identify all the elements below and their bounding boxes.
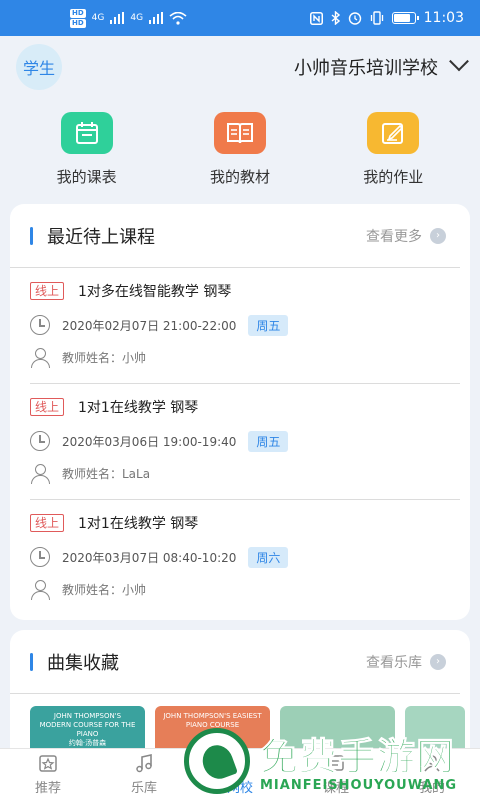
course-icon bbox=[325, 753, 347, 773]
quick-label: 我的作业 bbox=[363, 168, 424, 186]
weekday-badge: 周五 bbox=[248, 430, 289, 452]
nav-label: 网校 bbox=[226, 781, 253, 796]
online-tag: 线上 bbox=[30, 282, 65, 300]
title-accent bbox=[30, 226, 33, 245]
bottom-nav: 推荐 乐库 网校 课程 我的 bbox=[0, 748, 480, 800]
album-title: JOHN THOMPSON'S EASIEST PIANO COURSE bbox=[163, 712, 262, 729]
school-selector[interactable]: 小帅音乐培训学校 bbox=[294, 51, 469, 80]
signal-icon bbox=[110, 12, 125, 24]
weekday-badge: 周五 bbox=[248, 314, 289, 336]
weekday-badge: 周六 bbox=[248, 546, 289, 568]
quick-homework[interactable]: 我的作业 bbox=[333, 112, 453, 196]
clock: 11:03 bbox=[423, 10, 464, 26]
chevron-right-icon: › bbox=[430, 653, 446, 670]
app-root: HD HD 4G 4G 11:03 学生 小帅音乐培训学校 我的课表 我的教材 … bbox=[0, 0, 480, 800]
nav-mine[interactable]: 我的 bbox=[384, 753, 480, 796]
course-item[interactable]: 线上 1对1在线教学 钢琴 2020年03月07日 08:40-10:20 周六… bbox=[30, 500, 460, 616]
battery-fill bbox=[393, 14, 410, 22]
nav-label: 课程 bbox=[322, 781, 349, 796]
course-date: 2020年02月07日 21:00-22:00 bbox=[62, 318, 237, 333]
vibrate-icon bbox=[370, 11, 383, 25]
course-date: 2020年03月07日 08:40-10:20 bbox=[62, 550, 237, 565]
hd-label: HD bbox=[70, 8, 86, 18]
online-tag: 线上 bbox=[30, 514, 65, 532]
alarm-icon bbox=[348, 12, 361, 25]
album-title: JOHN THOMPSON'S MODERN COURSE FOR THE PI… bbox=[39, 712, 136, 738]
course-name: 1对多在线智能教学 钢琴 bbox=[78, 284, 232, 300]
edit-icon bbox=[367, 112, 420, 154]
nfc-icon bbox=[309, 11, 323, 25]
book-icon bbox=[213, 112, 266, 154]
calendar-icon bbox=[60, 112, 113, 154]
course-name: 1对1在线教学 钢琴 bbox=[78, 400, 199, 416]
quick-label: 我的教材 bbox=[209, 168, 270, 186]
album-list: JOHN THOMPSON'S MODERN COURSE FOR THE PI… bbox=[10, 694, 470, 756]
clock-icon bbox=[30, 315, 50, 335]
network-label: 4G bbox=[130, 13, 144, 23]
user-icon bbox=[30, 463, 50, 484]
signal-icon bbox=[149, 12, 164, 24]
teacher-name: 教师姓名：小帅 bbox=[62, 350, 147, 365]
music-note-icon bbox=[133, 753, 155, 773]
nav-label: 推荐 bbox=[34, 781, 61, 796]
wifi-icon bbox=[169, 11, 187, 25]
user-icon bbox=[30, 579, 50, 600]
view-more-link[interactable]: 查看更多 › bbox=[366, 226, 446, 246]
online-tag: 线上 bbox=[30, 398, 65, 416]
card-title: 曲集收藏 bbox=[30, 649, 119, 675]
header: 学生 小帅音乐培训学校 bbox=[0, 36, 480, 98]
quick-textbook[interactable]: 我的教材 bbox=[180, 112, 300, 196]
clock-icon bbox=[30, 547, 50, 567]
network-indicators: HD HD 4G 4G bbox=[70, 8, 187, 28]
course-item[interactable]: 线上 1对多在线智能教学 钢琴 2020年02月07日 21:00-22:00 … bbox=[30, 268, 460, 384]
profile-icon bbox=[421, 753, 443, 773]
chevron-right-icon: › bbox=[430, 227, 446, 244]
teacher-name: 教师姓名：小帅 bbox=[62, 582, 147, 597]
view-library-label: 查看乐库 bbox=[366, 654, 422, 671]
nav-library[interactable]: 乐库 bbox=[96, 753, 192, 796]
nav-label: 乐库 bbox=[130, 781, 157, 796]
nav-label: 我的 bbox=[418, 781, 445, 796]
battery-icon bbox=[391, 12, 419, 24]
school-icon bbox=[229, 753, 251, 773]
card-header: 曲集收藏 查看乐库 › bbox=[10, 630, 460, 694]
nav-recommend[interactable]: 推荐 bbox=[0, 753, 96, 796]
course-name: 1对1在线教学 钢琴 bbox=[78, 516, 199, 532]
network-label: 4G bbox=[91, 13, 105, 23]
teacher-name: 教师姓名：LaLa bbox=[62, 466, 151, 481]
upcoming-courses-card: 最近待上课程 查看更多 › 线上 1对多在线智能教学 钢琴 2020年02月07… bbox=[10, 204, 470, 620]
school-name: 小帅音乐培训学校 bbox=[294, 58, 438, 79]
bluetooth-icon bbox=[331, 11, 340, 25]
view-library-link[interactable]: 查看乐库 › bbox=[366, 652, 446, 672]
role-badge[interactable]: 学生 bbox=[16, 44, 62, 90]
title-accent bbox=[30, 652, 33, 671]
card-title-text: 曲集收藏 bbox=[47, 652, 119, 674]
card-title: 最近待上课程 bbox=[30, 223, 155, 249]
quick-schedule[interactable]: 我的课表 bbox=[27, 112, 147, 196]
quick-actions: 我的课表 我的教材 我的作业 bbox=[0, 112, 480, 196]
card-header: 最近待上课程 查看更多 › bbox=[10, 204, 460, 268]
system-indicators: 11:03 bbox=[309, 10, 464, 26]
user-icon bbox=[30, 347, 50, 368]
quick-label: 我的课表 bbox=[56, 168, 117, 186]
star-icon bbox=[37, 753, 59, 773]
view-more-label: 查看更多 bbox=[366, 228, 422, 245]
nav-school[interactable]: 网校 bbox=[192, 753, 288, 796]
nav-courses[interactable]: 课程 bbox=[288, 753, 384, 796]
course-item[interactable]: 线上 1对1在线教学 钢琴 2020年03月06日 19:00-19:40 周五… bbox=[30, 384, 460, 500]
album-subtitle: 约翰·汤普森 bbox=[68, 739, 107, 747]
card-title-text: 最近待上课程 bbox=[47, 226, 155, 248]
hd-indicator: HD HD bbox=[70, 8, 86, 28]
clock-icon bbox=[30, 431, 50, 451]
status-bar: HD HD 4G 4G 11:03 bbox=[0, 0, 480, 36]
course-date: 2020年03月06日 19:00-19:40 bbox=[62, 434, 237, 449]
hd-label: HD bbox=[70, 18, 86, 28]
chevron-down-icon bbox=[449, 51, 469, 72]
